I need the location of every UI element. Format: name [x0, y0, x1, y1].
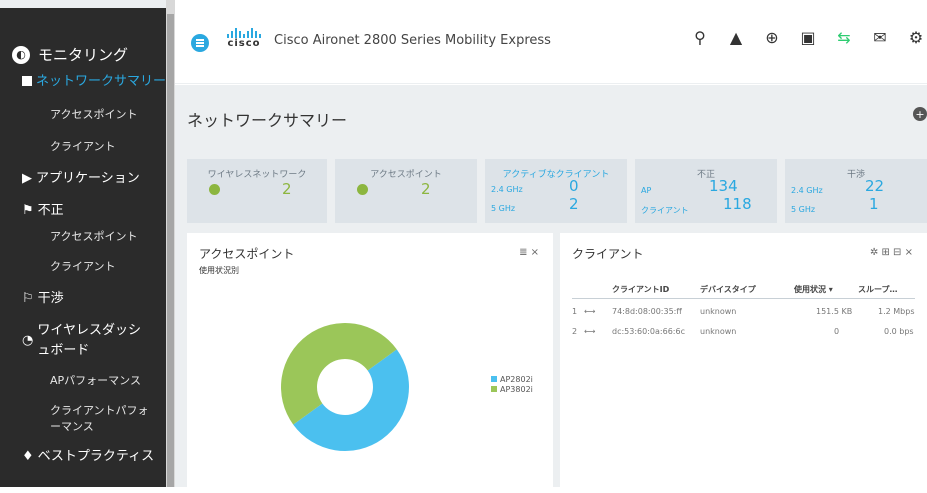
mail-icon[interactable]: ✉ [869, 26, 891, 48]
scrollbar-thumb[interactable] [167, 14, 174, 487]
page-title: ネットワークサマリー [187, 111, 348, 130]
dashboard-icon: ◔ [22, 333, 34, 348]
legend-label: AP2802i [500, 375, 533, 384]
connect-icon: ⟷ [584, 327, 596, 336]
panel-subtitle: 使用状況別 [199, 266, 239, 275]
tile-row-label: AP [641, 186, 652, 195]
trophy-icon: ♦ [22, 449, 34, 464]
gear-icon[interactable]: ⚙ [905, 26, 927, 48]
legend-swatch [491, 386, 497, 392]
tile-row-value: 0 [569, 177, 579, 195]
play-circle-icon: ▶ [22, 171, 32, 186]
legend-label: AP3802i [500, 385, 533, 394]
tile-access-points[interactable]: アクセスポイント 2 [335, 159, 477, 223]
tile-row-label: 5 GHz [791, 205, 816, 214]
dashboard-icon: ◐ [12, 45, 30, 64]
tile-row-value: 2 [569, 195, 579, 213]
check-icon [357, 184, 368, 195]
sidebar-item-wireless-dashboard[interactable]: ◔ ワイヤレスダッシュボード [0, 315, 166, 365]
tile-row-value: 134 [709, 177, 738, 195]
tile-active-clients[interactable]: アクティブなクライアント 2.4 GHz 0 5 GHz 2 [485, 159, 627, 223]
tile-row-value: 22 [865, 177, 885, 195]
search-icon[interactable]: ⚲ [689, 26, 711, 48]
table-row[interactable]: 1 ⟷ 74:8d:08:00:35:ff unknown 151.5 KB 1… [572, 307, 915, 321]
panel-title: アクセスポイント [199, 247, 295, 261]
sidebar-item-client-performance[interactable]: クライアントパフォーマンス [0, 397, 166, 441]
sidebar-item-network-summary[interactable]: ネットワークサマリー [0, 65, 166, 91]
sidebar-item-applications[interactable]: ▶ アプリケーション [0, 163, 166, 195]
tile-row-label: 5 GHz [491, 204, 516, 213]
tile-row-label: 2.4 GHz [791, 186, 823, 195]
transfer-icon[interactable]: ⇆ [833, 26, 855, 48]
sidebar-item-rogue-clients[interactable]: クライアント [0, 251, 166, 283]
sidebar-item-clients[interactable]: クライアント [0, 131, 166, 163]
menu-icon[interactable] [191, 34, 209, 52]
flag-outline-icon: ⚐ [22, 291, 34, 306]
panel-title: クライアント [572, 247, 644, 261]
usage-donut-chart [281, 323, 409, 451]
connect-icon: ⟷ [584, 307, 596, 316]
app-title: Cisco Aironet 2800 Series Mobility Expre… [274, 33, 551, 48]
access-point-panel: アクセスポイント 使用状況別 ≣ × AP2802i AP3802i [187, 233, 553, 493]
tile-value: 2 [421, 180, 431, 198]
download-icon[interactable]: ⊕ [761, 26, 783, 48]
panel-tools[interactable]: ✲ ⊞ ⊟ × [870, 247, 913, 258]
flag-icon: ⚑ [22, 203, 34, 218]
tile-title: 干渉 [846, 170, 865, 180]
tile-row-value: 1 [869, 195, 879, 213]
sidebar-item-best-practices[interactable]: ♦ ベストプラクティス [0, 441, 166, 473]
panel-tools[interactable]: ≣ × [519, 247, 539, 258]
tile-value: 2 [282, 180, 292, 198]
main-content: ネットワークサマリー + ワイヤレスネットワーク 2 アクセスポイント 2 アク… [175, 85, 927, 493]
tile-interference[interactable]: 干渉 2.4 GHz 22 5 GHz 1 [785, 159, 927, 223]
sidebar-item-ap-performance[interactable]: APパフォーマンス [0, 365, 166, 397]
tile-wireless-networks[interactable]: ワイヤレスネットワーク 2 [187, 159, 327, 223]
client-table-header: クライアントID デバイスタイプ 使用状況 ▾ スループ… [572, 281, 915, 299]
toolbar-icons: ⚲ ▲ ⊕ ▣ ⇆ ✉ ⚙ [689, 26, 927, 48]
chart-legend: AP2802i AP3802i [491, 375, 533, 395]
tile-title: 不正 [696, 170, 715, 180]
tile-row-label: クライアント [641, 206, 689, 215]
cisco-logo: cisco [220, 28, 268, 49]
sidebar-item-access-points[interactable]: アクセスポイント [0, 99, 166, 131]
column-header[interactable]: デバイスタイプ [700, 284, 756, 295]
sidebar-heading-label: モニタリング [38, 46, 129, 64]
tile-row-label: 2.4 GHz [491, 185, 523, 194]
column-header[interactable]: クライアントID [612, 284, 669, 295]
sidebar-scrollbar[interactable] [166, 0, 175, 487]
add-widget-icon[interactable]: + [913, 107, 927, 121]
save-icon[interactable]: ▣ [797, 26, 819, 48]
check-icon [209, 184, 220, 195]
column-header[interactable]: 使用状況 ▾ [794, 284, 833, 295]
client-panel: クライアント ✲ ⊞ ⊟ × クライアントID デバイスタイプ 使用状況 ▾ ス… [560, 233, 927, 493]
table-row[interactable]: 2 ⟷ dc:53:60:0a:66:6c unknown 0 0.0 bps [572, 327, 915, 341]
legend-item: AP3802i [491, 385, 533, 395]
legend-swatch [491, 376, 497, 382]
cisco-logo-text: cisco [227, 38, 261, 49]
sidebar-item-rogue[interactable]: ⚑ 不正 [0, 195, 166, 227]
legend-item: AP2802i [491, 375, 533, 385]
tile-title: ワイヤレスネットワーク [207, 170, 307, 180]
grid-icon [22, 76, 32, 86]
sidebar-item-rogue-aps[interactable]: アクセスポイント [0, 227, 166, 251]
tile-title: アクティブなクライアント [502, 170, 610, 180]
column-header[interactable]: スループ… [858, 284, 898, 295]
alert-icon[interactable]: ▲ [725, 26, 747, 48]
sidebar-heading[interactable]: ◐ モニタリング [0, 8, 166, 65]
sidebar: ◐ モニタリング ネットワークサマリー アクセスポイント クライアント ▶ アプリ… [0, 0, 166, 487]
tile-rogues[interactable]: 不正 AP 134 クライアント 118 [635, 159, 777, 223]
tile-row-value: 118 [723, 195, 752, 213]
sidebar-item-interference[interactable]: ⚐ 干渉 [0, 283, 166, 315]
top-bar: cisco Cisco Aironet 2800 Series Mobility… [175, 0, 927, 84]
tile-title: アクセスポイント [370, 170, 442, 180]
sidebar-item-label: ネットワークサマリー [36, 74, 166, 89]
cisco-logo-bars [220, 28, 268, 38]
